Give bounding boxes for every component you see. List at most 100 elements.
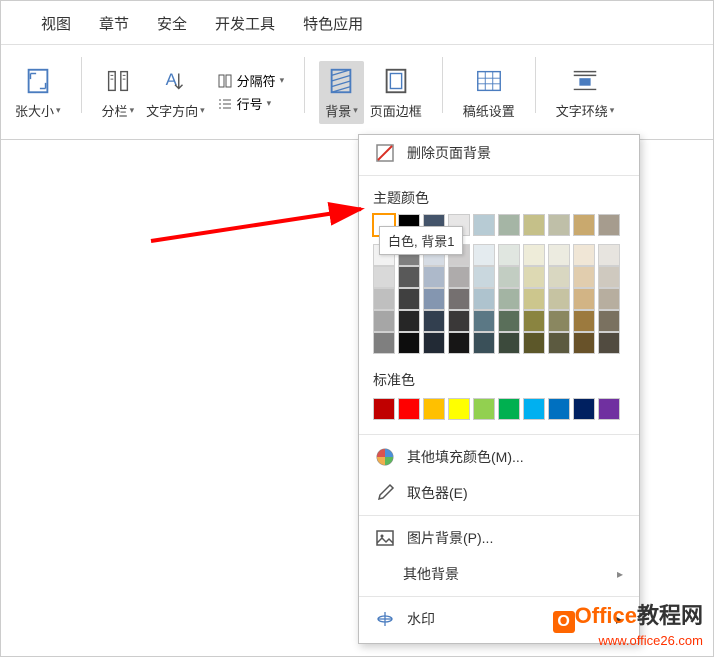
tint-swatch[interactable] bbox=[498, 266, 520, 288]
tint-swatch[interactable] bbox=[498, 244, 520, 266]
ribbon: 张大小▾ 分栏▾ A 文字方向▾ 分隔符 ▾ 行号 ▾ bbox=[1, 45, 713, 140]
manuscript-button[interactable]: 稿纸设置 bbox=[457, 61, 521, 124]
tint-swatch[interactable] bbox=[598, 332, 620, 354]
tint-swatch[interactable] bbox=[498, 310, 520, 332]
more-fill-colors-item[interactable]: 其他填充颜色(M)... bbox=[359, 439, 639, 475]
tint-swatch[interactable] bbox=[573, 332, 595, 354]
tint-swatch[interactable] bbox=[448, 266, 470, 288]
other-bg-label: 其他背景 bbox=[403, 564, 459, 584]
background-button[interactable]: 背景▾ bbox=[319, 61, 364, 124]
color-tooltip: 白色, 背景1 bbox=[379, 226, 463, 255]
tint-swatch[interactable] bbox=[373, 266, 395, 288]
tint-swatch[interactable] bbox=[398, 266, 420, 288]
menu-security[interactable]: 安全 bbox=[157, 13, 187, 34]
site-watermark: OOffice教程网 www.office26.com bbox=[553, 598, 703, 648]
page-size-label: 张大小 bbox=[15, 101, 54, 120]
watermark-icon bbox=[375, 609, 395, 629]
tint-swatch[interactable] bbox=[548, 332, 570, 354]
remove-background-item[interactable]: 删除页面背景 bbox=[359, 135, 639, 171]
menu-chapter[interactable]: 章节 bbox=[99, 13, 129, 34]
picture-bg-label: 图片背景(P)... bbox=[407, 528, 493, 548]
standard-swatch[interactable] bbox=[573, 398, 595, 420]
manuscript-label: 稿纸设置 bbox=[463, 101, 515, 120]
text-wrap-icon bbox=[569, 65, 601, 97]
tint-swatch[interactable] bbox=[398, 310, 420, 332]
standard-swatch[interactable] bbox=[373, 398, 395, 420]
standard-swatch[interactable] bbox=[548, 398, 570, 420]
tint-swatch[interactable] bbox=[423, 266, 445, 288]
tint-swatch[interactable] bbox=[373, 332, 395, 354]
remove-bg-icon bbox=[375, 143, 395, 163]
theme-swatch[interactable] bbox=[473, 214, 495, 236]
tint-swatch[interactable] bbox=[373, 310, 395, 332]
tint-swatch[interactable] bbox=[548, 310, 570, 332]
eyedropper-icon bbox=[375, 483, 395, 503]
theme-swatch[interactable] bbox=[573, 214, 595, 236]
tint-swatch[interactable] bbox=[498, 332, 520, 354]
tint-swatch[interactable] bbox=[548, 288, 570, 310]
text-wrap-button[interactable]: 文字环绕▾ bbox=[550, 61, 621, 124]
tint-swatch[interactable] bbox=[423, 332, 445, 354]
menu-devtools[interactable]: 开发工具 bbox=[215, 13, 275, 34]
columns-button[interactable]: 分栏▾ bbox=[96, 61, 141, 124]
page-size-icon bbox=[22, 65, 54, 97]
tint-swatch[interactable] bbox=[598, 288, 620, 310]
caret-icon: ▾ bbox=[56, 105, 61, 116]
tint-swatch[interactable] bbox=[423, 310, 445, 332]
page-border-button[interactable]: 页面边框 bbox=[364, 61, 428, 124]
other-background-item[interactable]: 其他背景 ▸ bbox=[359, 556, 639, 592]
tint-swatch[interactable] bbox=[523, 244, 545, 266]
picture-background-item[interactable]: 图片背景(P)... bbox=[359, 520, 639, 556]
tint-swatch[interactable] bbox=[473, 310, 495, 332]
separator-button[interactable]: 分隔符 ▾ bbox=[217, 71, 285, 90]
theme-swatch[interactable] bbox=[548, 214, 570, 236]
tint-swatch[interactable] bbox=[398, 288, 420, 310]
standard-swatch[interactable] bbox=[448, 398, 470, 420]
text-direction-button[interactable]: A 文字方向▾ bbox=[140, 61, 211, 124]
tint-swatch[interactable] bbox=[523, 332, 545, 354]
standard-swatch[interactable] bbox=[523, 398, 545, 420]
watermark-label: 水印 bbox=[407, 609, 435, 629]
tint-swatch[interactable] bbox=[523, 288, 545, 310]
eyedropper-item[interactable]: 取色器(E) bbox=[359, 475, 639, 511]
tint-swatch[interactable] bbox=[448, 310, 470, 332]
page-border-icon bbox=[380, 65, 412, 97]
tooltip-text: 白色, 背景1 bbox=[388, 234, 454, 249]
tint-swatch[interactable] bbox=[473, 332, 495, 354]
tint-swatch[interactable] bbox=[448, 332, 470, 354]
tint-swatch[interactable] bbox=[423, 288, 445, 310]
tint-swatch[interactable] bbox=[573, 288, 595, 310]
page-size-button[interactable]: 张大小▾ bbox=[9, 61, 67, 124]
tint-swatch[interactable] bbox=[448, 288, 470, 310]
standard-swatch[interactable] bbox=[473, 398, 495, 420]
tint-swatch[interactable] bbox=[598, 244, 620, 266]
standard-swatch[interactable] bbox=[598, 398, 620, 420]
tint-swatch[interactable] bbox=[473, 244, 495, 266]
tint-swatch[interactable] bbox=[498, 288, 520, 310]
menu-view[interactable]: 视图 bbox=[41, 13, 71, 34]
standard-swatch[interactable] bbox=[498, 398, 520, 420]
text-direction-icon: A bbox=[159, 65, 191, 97]
tint-swatch[interactable] bbox=[473, 266, 495, 288]
tint-swatch[interactable] bbox=[573, 310, 595, 332]
tint-swatch[interactable] bbox=[373, 288, 395, 310]
theme-swatch[interactable] bbox=[598, 214, 620, 236]
background-dropdown: 删除页面背景 主题颜色 标准色 其他填充颜色(M)... 取色器(E) 图片背景… bbox=[358, 134, 640, 644]
tint-swatch[interactable] bbox=[398, 332, 420, 354]
tint-swatch[interactable] bbox=[523, 266, 545, 288]
menu-featured[interactable]: 特色应用 bbox=[303, 13, 363, 34]
tint-swatch[interactable] bbox=[473, 288, 495, 310]
theme-swatch[interactable] bbox=[523, 214, 545, 236]
standard-swatch[interactable] bbox=[423, 398, 445, 420]
theme-swatch[interactable] bbox=[498, 214, 520, 236]
tint-swatch[interactable] bbox=[523, 310, 545, 332]
standard-swatch[interactable] bbox=[398, 398, 420, 420]
tint-swatch[interactable] bbox=[573, 266, 595, 288]
tint-swatch[interactable] bbox=[598, 310, 620, 332]
tint-swatch[interactable] bbox=[548, 244, 570, 266]
line-number-button[interactable]: 行号 ▾ bbox=[217, 94, 285, 113]
tint-swatch[interactable] bbox=[598, 266, 620, 288]
tint-swatch[interactable] bbox=[548, 266, 570, 288]
brand-cn: 教程网 bbox=[637, 603, 703, 628]
tint-swatch[interactable] bbox=[573, 244, 595, 266]
